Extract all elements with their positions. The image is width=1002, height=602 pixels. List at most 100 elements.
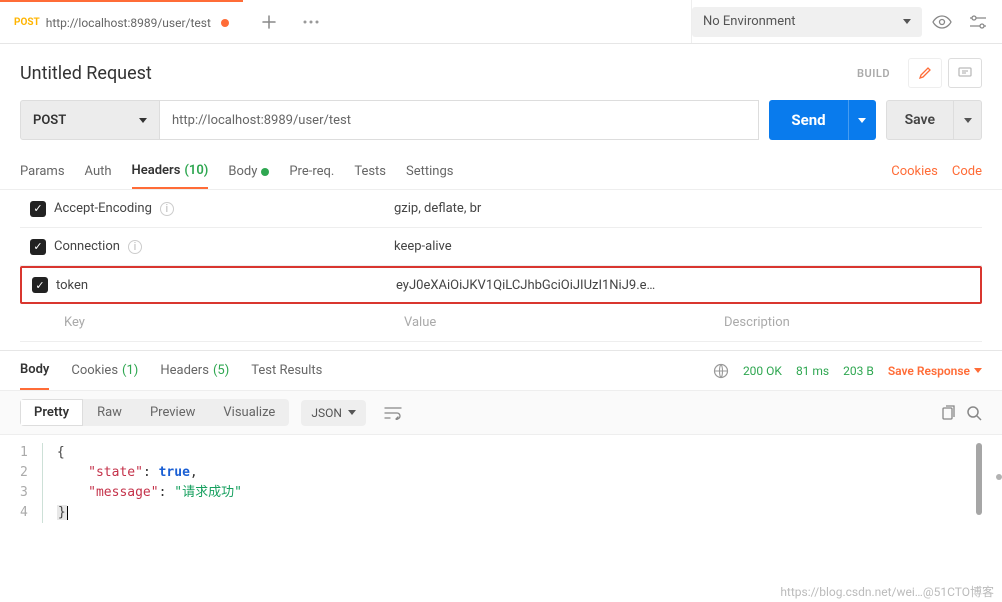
new-tab-button[interactable] [253, 6, 285, 38]
checkbox-icon[interactable]: ✓ [32, 277, 48, 293]
send-button-caret[interactable] [848, 100, 876, 140]
save-response-label: Save Response [888, 364, 970, 378]
checkbox-icon[interactable]: ✓ [30, 239, 46, 255]
caret-down-icon [858, 118, 866, 123]
headers-table: ✓ Accept-Encoding i gzip, deflate, br ✓ … [0, 190, 1002, 342]
watermark-text: https://blog.csdn.net/wei…@51CTO博客 [780, 583, 994, 600]
header-key-cell[interactable]: token [48, 278, 388, 293]
url-row: POST http://localhost:8989/user/test Sen… [0, 100, 1002, 154]
response-tabs-row: Body Cookies (1) Headers (5) Test Result… [0, 350, 1002, 390]
request-tab[interactable]: POST http://localhost:8989/user/test [0, 0, 243, 43]
checkbox-icon[interactable]: ✓ [30, 201, 46, 217]
globe-icon[interactable] [713, 363, 729, 379]
top-bar: POST http://localhost:8989/user/test No … [0, 0, 1002, 44]
environment-select[interactable]: No Environment [692, 7, 922, 37]
scrollbar-vertical[interactable] [996, 474, 1002, 480]
header-value-cell[interactable]: keep-alive [386, 239, 706, 254]
header-key-cell[interactable]: Accept-Encoding i [46, 201, 386, 216]
tab-body-label: Body [228, 164, 257, 179]
language-select-label: JSON [311, 406, 342, 420]
header-value-cell[interactable]: gzip, deflate, br [386, 201, 706, 216]
tab-settings[interactable]: Settings [406, 154, 453, 189]
resp-tab-cookies-count: (1) [122, 363, 138, 378]
header-row[interactable]: ✓ Connection i keep-alive [20, 228, 982, 266]
scrollbar-thumb[interactable] [976, 443, 982, 515]
info-icon[interactable]: i [160, 202, 174, 216]
caret-down-icon [139, 118, 147, 123]
code-key: "state" [88, 465, 143, 480]
header-row-placeholder[interactable]: Key Value Description [20, 304, 982, 342]
wrap-lines-button[interactable] [378, 400, 408, 426]
response-time: 81 ms [796, 364, 829, 378]
comment-button[interactable] [948, 58, 982, 88]
language-select[interactable]: JSON [301, 400, 366, 426]
save-button-caret[interactable] [954, 100, 982, 140]
header-row-highlighted[interactable]: ✓ token eyJ0eXAiOiJKV1QiLCJhbGciOiJIUzI1… [20, 266, 982, 304]
header-key-cell[interactable]: Connection i [46, 239, 386, 254]
tab-headers[interactable]: Headers (10) [132, 154, 209, 189]
response-meta: 200 OK 81 ms 203 B Save Response [713, 363, 982, 379]
send-button[interactable]: Send [769, 100, 847, 140]
tab-auth[interactable]: Auth [85, 154, 112, 189]
resp-tab-headers[interactable]: Headers (5) [160, 351, 229, 390]
code-line: } [57, 505, 67, 520]
text-cursor-icon [67, 506, 68, 520]
save-response-button[interactable]: Save Response [888, 364, 982, 378]
header-desc-placeholder[interactable]: Description [716, 315, 982, 330]
view-mode-segment: Pretty Raw Preview Visualize [20, 399, 289, 426]
response-body-area[interactable]: 1234 { "state": true, "message": "请求成功" … [0, 435, 1002, 523]
search-button[interactable] [966, 405, 982, 421]
view-mode-pretty[interactable]: Pretty [20, 399, 83, 426]
line-number-gutter: 1234 [20, 443, 43, 523]
view-right-actions [940, 405, 982, 421]
header-row[interactable]: ✓ Accept-Encoding i gzip, deflate, br [20, 190, 982, 228]
unsaved-dot-icon [221, 19, 229, 27]
environment-area: No Environment [691, 0, 1002, 43]
settings-sliders-button[interactable] [962, 6, 994, 38]
method-select[interactable]: POST [20, 100, 160, 140]
header-value-cell[interactable]: eyJ0eXAiOiJKV1QiLCJhbGciOiJIUzI1NiJ9.e… [388, 278, 708, 293]
request-subtabs: Params Auth Headers (10) Body Pre-req. T… [0, 154, 1002, 190]
tab-tests[interactable]: Tests [354, 154, 386, 189]
resp-tab-cookies[interactable]: Cookies (1) [71, 351, 138, 390]
build-label: BUILD [857, 67, 890, 80]
tab-prereq[interactable]: Pre-req. [289, 154, 334, 189]
code-body[interactable]: { "state": true, "message": "请求成功" } [43, 443, 982, 523]
tab-params[interactable]: Params [20, 154, 65, 189]
quick-look-button[interactable] [926, 6, 958, 38]
request-tabs-area: POST http://localhost:8989/user/test [0, 0, 691, 43]
response-view-controls: Pretty Raw Preview Visualize JSON [0, 390, 1002, 435]
caret-down-icon [903, 19, 911, 24]
copy-button[interactable] [940, 405, 956, 421]
url-input-value: http://localhost:8989/user/test [172, 113, 351, 128]
tab-method-pill: POST [14, 17, 40, 28]
view-mode-raw[interactable]: Raw [83, 399, 136, 426]
resp-tab-tests[interactable]: Test Results [251, 351, 322, 390]
info-icon[interactable]: i [128, 240, 142, 254]
resp-tab-headers-count: (5) [213, 363, 229, 378]
save-button-label: Save [905, 112, 935, 128]
send-button-label: Send [791, 111, 825, 129]
code-line: { [57, 445, 65, 460]
url-input[interactable]: http://localhost:8989/user/test [160, 100, 759, 140]
code-link[interactable]: Code [952, 164, 982, 179]
header-value-placeholder[interactable]: Value [396, 315, 716, 330]
status-badge: 200 OK [743, 364, 782, 378]
tab-headers-label: Headers [132, 163, 181, 178]
caret-down-icon [974, 368, 982, 373]
header-key-text: Connection [54, 239, 120, 254]
cookies-link[interactable]: Cookies [891, 164, 938, 179]
edit-button[interactable] [908, 58, 942, 88]
code-bool: true [159, 465, 190, 480]
save-button[interactable]: Save [886, 100, 954, 140]
view-mode-preview[interactable]: Preview [136, 399, 209, 426]
resp-tab-headers-label: Headers [160, 363, 209, 378]
request-title[interactable]: Untitled Request [20, 63, 857, 84]
header-key-placeholder[interactable]: Key [56, 315, 396, 330]
resp-tab-body[interactable]: Body [20, 351, 49, 390]
view-mode-visualize[interactable]: Visualize [209, 399, 289, 426]
tab-overflow-button[interactable] [295, 6, 327, 38]
tab-body[interactable]: Body [228, 154, 269, 189]
tab-headers-count: (10) [184, 163, 208, 178]
method-select-label: POST [33, 113, 66, 128]
